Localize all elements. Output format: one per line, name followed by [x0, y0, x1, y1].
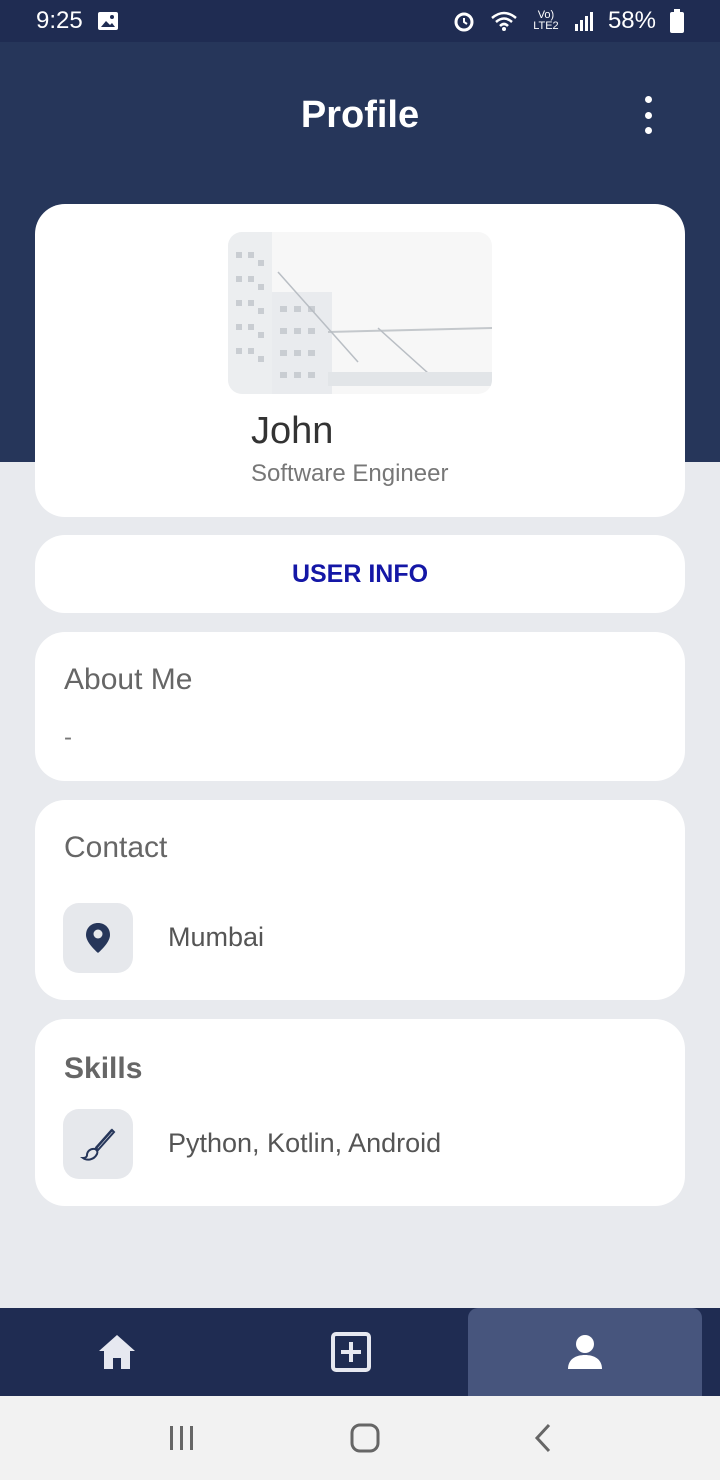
contact-location: Mumbai [168, 922, 265, 952]
skills-icon-box [63, 1109, 133, 1179]
profile-name: John [251, 410, 334, 452]
status-time: 9:25 [36, 7, 83, 34]
user-info-button[interactable]: USER INFO [35, 535, 685, 613]
location-pin-icon [86, 923, 110, 953]
home-icon [99, 1335, 135, 1369]
home-button-icon[interactable] [350, 1423, 380, 1453]
about-title: About Me [64, 663, 193, 696]
image-notification-icon [97, 12, 118, 30]
status-bar: 9:25 Vo) LTE2 58% [0, 0, 720, 42]
alarm-icon [454, 12, 474, 32]
back-icon[interactable] [533, 1423, 553, 1453]
bottom-navigation [0, 1308, 720, 1396]
more-options-icon[interactable] [636, 96, 660, 134]
contact-title: Contact [64, 831, 168, 864]
skills-value: Python, Kotlin, Android [168, 1128, 442, 1158]
profile-cover-image [228, 232, 492, 394]
page-title: Profile [300, 94, 420, 136]
skills-title: Skills [64, 1052, 143, 1085]
network-label: Vo) LTE2 [533, 9, 559, 32]
person-icon [568, 1335, 602, 1369]
signal-icon [574, 12, 593, 31]
nav-home[interactable] [0, 1308, 234, 1396]
profile-role: Software Engineer [251, 460, 449, 487]
nav-profile[interactable] [468, 1308, 702, 1396]
recent-apps-icon[interactable] [167, 1425, 197, 1451]
wifi-icon [491, 11, 517, 31]
about-card: About Me - [35, 632, 685, 781]
battery-percent: 58% [607, 7, 656, 34]
battery-icon [670, 9, 684, 33]
nav-add[interactable] [234, 1308, 468, 1396]
contact-card: Contact Mumbai [35, 800, 685, 1000]
system-navigation-bar [0, 1396, 720, 1480]
add-box-icon [331, 1332, 371, 1372]
skills-card: Skills Python, Kotlin, Android [35, 1019, 685, 1206]
brush-icon [80, 1128, 116, 1161]
about-value: - [64, 724, 72, 751]
status-right: Vo) LTE2 58% [452, 7, 684, 35]
profile-card: John Software Engineer [35, 204, 685, 517]
location-icon-box [63, 903, 133, 973]
status-left: 9:25 [36, 7, 119, 35]
user-info-label: USER INFO [291, 559, 429, 588]
